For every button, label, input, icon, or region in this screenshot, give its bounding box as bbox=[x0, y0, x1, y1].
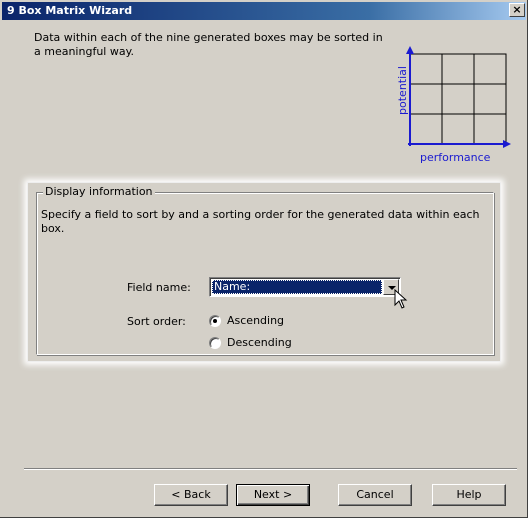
window-title: 9 Box Matrix Wizard bbox=[7, 4, 133, 17]
x-axis-label: performance bbox=[420, 151, 491, 164]
group-description: Specify a field to sort by and a sorting… bbox=[41, 208, 480, 235]
matrix-grid-svg bbox=[406, 46, 511, 148]
title-bar[interactable]: 9 Box Matrix Wizard × bbox=[2, 2, 526, 20]
group-title: Display information bbox=[43, 185, 155, 198]
field-name-select[interactable]: Name: bbox=[209, 277, 401, 297]
close-icon: × bbox=[512, 3, 522, 16]
radio-selected-dot-icon bbox=[213, 319, 217, 323]
y-axis-arrow-icon bbox=[406, 46, 414, 54]
radio-descending[interactable] bbox=[209, 337, 221, 349]
x-axis-arrow-icon bbox=[503, 140, 511, 148]
field-name-label: Field name: bbox=[127, 281, 191, 294]
sort-order-label: Sort order: bbox=[127, 315, 186, 328]
nine-box-matrix-graphic: performance potential bbox=[394, 46, 512, 168]
display-information-group: Display information Specify a field to s… bbox=[36, 185, 494, 355]
next-button[interactable]: Next > bbox=[236, 484, 310, 506]
radio-ascending[interactable] bbox=[209, 315, 221, 327]
intro-text: Data within each of the nine generated b… bbox=[34, 31, 383, 58]
help-button[interactable]: Help bbox=[432, 484, 506, 506]
radio-descending-label[interactable]: Descending bbox=[227, 336, 292, 350]
display-information-panel: Display information Specify a field to s… bbox=[27, 182, 501, 362]
radio-ascending-label[interactable]: Ascending bbox=[227, 314, 284, 328]
mouse-pointer-icon bbox=[394, 289, 408, 309]
close-button[interactable]: × bbox=[509, 3, 525, 17]
cancel-button[interactable]: Cancel bbox=[338, 484, 412, 506]
back-button[interactable]: < Back bbox=[154, 484, 228, 506]
field-name-selected-value[interactable]: Name: bbox=[212, 280, 382, 294]
button-separator bbox=[24, 468, 517, 470]
wizard-dialog: 9 Box Matrix Wizard × Data within each o… bbox=[0, 0, 528, 518]
y-axis-label: potential bbox=[395, 66, 409, 115]
